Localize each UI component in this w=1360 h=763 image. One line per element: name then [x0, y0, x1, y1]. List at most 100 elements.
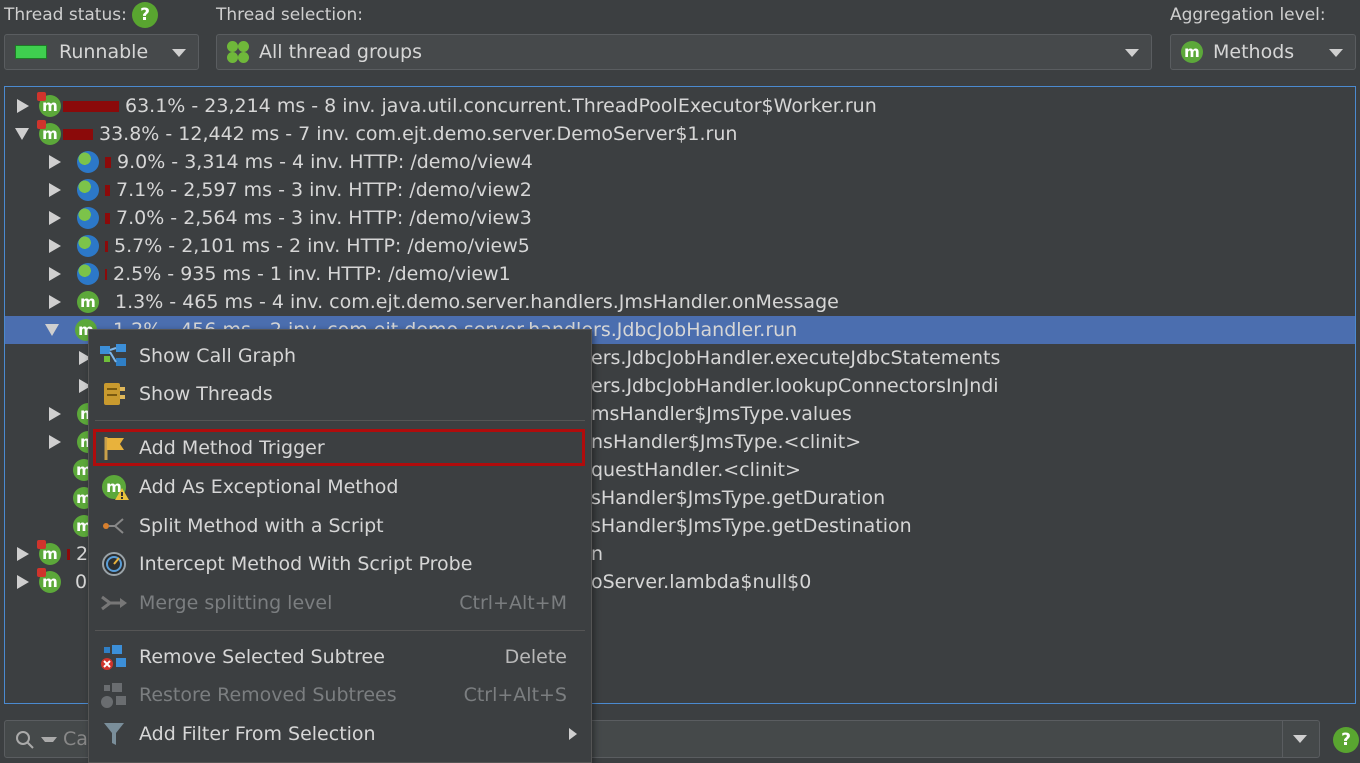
aggregation-level-label: Aggregation level:	[1170, 5, 1326, 25]
percentage-bar	[63, 100, 119, 112]
merge-icon	[99, 588, 129, 618]
tree-row[interactable]: 9.0% - 3,314 ms - 4 inv. HTTP: /demo/vie…	[5, 148, 1355, 176]
search-history-dropdown[interactable]	[1282, 721, 1319, 757]
menu-item-remove-selected-subtree[interactable]: Remove Selected Subtree Delete	[89, 639, 591, 675]
tree-row-label: questHandler.<clinit>	[591, 459, 801, 481]
highlight-box	[93, 429, 585, 466]
menu-item-add-filter-from-selection[interactable]: Add Filter From Selection	[89, 716, 591, 752]
tree-row-label: 9.0% - 3,314 ms - 4 inv. HTTP: /demo/vie…	[117, 151, 533, 173]
tree-row-label: ers.JdbcJobHandler.lookupConnectorsInJnd…	[591, 375, 999, 397]
globe-icon	[77, 263, 99, 285]
globe-icon	[77, 207, 99, 229]
filter-icon	[99, 719, 129, 749]
tree-row-label: 63.1% - 23,214 ms - 8 inv. java.util.con…	[125, 95, 877, 117]
menu-item-show-threads[interactable]: Show Threads	[89, 376, 591, 412]
menu-item-split-method-with-script[interactable]: Split Method with a Script	[89, 508, 591, 544]
thread-selection-value: All thread groups	[259, 41, 422, 63]
menu-item-restore-removed-subtrees[interactable]: Restore Removed Subtrees Ctrl+Alt+S	[89, 677, 591, 713]
call-graph-icon	[99, 341, 129, 371]
percentage-bar	[105, 240, 108, 252]
percentage-bar	[105, 184, 110, 196]
search-icon	[15, 730, 34, 749]
tree-row[interactable]: 7.1% - 2,597 ms - 3 inv. HTTP: /demo/vie…	[5, 176, 1355, 204]
thread-status-value: Runnable	[59, 41, 149, 63]
thread-selection-dropdown[interactable]: All thread groups	[216, 34, 1152, 70]
expand-icon[interactable]	[49, 211, 61, 225]
percentage-bar	[67, 548, 70, 560]
menu-item-label: Add As Exceptional Method	[139, 476, 399, 498]
tree-row-label: 5.7% - 2,101 ms - 2 inv. HTTP: /demo/vie…	[114, 235, 530, 257]
aggregation-level-value: Methods	[1213, 41, 1295, 63]
expand-icon[interactable]	[17, 99, 29, 113]
menu-item-label: Show Threads	[139, 383, 273, 405]
tree-row-label: 2.5% - 935 ms - 1 inv. HTTP: /demo/view1	[113, 263, 511, 285]
percentage-bar	[105, 156, 111, 168]
expand-icon[interactable]	[49, 435, 61, 449]
menu-item-shortcut: Delete	[504, 646, 567, 668]
runnable-status-icon	[15, 45, 47, 59]
menu-item-label: Merge splitting level	[139, 592, 333, 614]
method-icon: m	[77, 291, 99, 313]
split-icon	[99, 511, 129, 541]
collapse-icon[interactable]	[15, 128, 29, 140]
expand-icon[interactable]	[17, 547, 29, 561]
globe-icon	[77, 235, 99, 257]
thread-status-dropdown[interactable]: Runnable	[4, 34, 199, 70]
menu-item-shortcut: Ctrl+Alt+M	[459, 592, 567, 614]
percentage-bar	[63, 128, 93, 140]
expand-icon[interactable]	[17, 575, 29, 589]
menu-item-intercept-method-with-script-probe[interactable]: Intercept Method With Script Probe	[89, 546, 591, 582]
menu-item-merge-splitting-level[interactable]: Merge splitting level Ctrl+Alt+M	[89, 585, 591, 621]
tree-row-label: oServer.lambda$null$0	[591, 571, 812, 593]
percentage-bar	[105, 268, 107, 280]
menu-item-add-as-exceptional-method[interactable]: m Add As Exceptional Method	[89, 469, 591, 505]
tree-row[interactable]: m 63.1% - 23,214 ms - 8 inv. java.util.c…	[5, 92, 1355, 120]
expand-icon[interactable]	[49, 183, 61, 197]
probe-icon	[99, 549, 129, 579]
thread-selection-label: Thread selection:	[216, 5, 363, 25]
chevron-down-icon	[1293, 735, 1307, 743]
menu-item-show-call-graph[interactable]: Show Call Graph	[89, 338, 591, 374]
tree-row-label: ers.JdbcJobHandler.executeJdbcStatements	[591, 347, 1001, 369]
menu-item-label: Remove Selected Subtree	[139, 646, 385, 668]
tree-row[interactable]: 2.5% - 935 ms - 1 inv. HTTP: /demo/view1	[5, 260, 1355, 288]
expand-icon[interactable]	[49, 267, 61, 281]
aggregation-level-dropdown[interactable]: m Methods	[1170, 34, 1356, 70]
collapse-icon[interactable]	[45, 324, 59, 336]
search-help-button[interactable]: ?	[1333, 727, 1359, 753]
help-icon: ?	[132, 2, 158, 28]
tree-row-label: n	[591, 543, 604, 565]
globe-icon	[77, 179, 99, 201]
context-menu: Show Call Graph Show Threads Add Method …	[88, 329, 592, 763]
globe-icon	[77, 151, 99, 173]
tree-row-label: 1.3% - 465 ms - 4 inv. com.ejt.demo.serv…	[115, 291, 839, 313]
tree-row[interactable]: 5.7% - 2,101 ms - 2 inv. HTTP: /demo/vie…	[5, 232, 1355, 260]
restore-subtree-icon	[99, 680, 129, 710]
chevron-down-icon	[1329, 49, 1343, 57]
tree-row-label: msHandler$JmsType.values	[591, 403, 852, 425]
tree-row[interactable]: m 1.3% - 465 ms - 4 inv. com.ejt.demo.se…	[5, 288, 1355, 316]
menu-separator	[95, 630, 585, 631]
menu-item-label: Intercept Method With Script Probe	[139, 553, 473, 575]
menu-item-label: Split Method with a Script	[139, 515, 384, 537]
tree-row[interactable]: 7.0% - 2,564 ms - 3 inv. HTTP: /demo/vie…	[5, 204, 1355, 232]
exceptional-method-icon: m	[99, 472, 129, 502]
menu-item-label: Restore Removed Subtrees	[139, 684, 397, 706]
threads-icon	[99, 379, 129, 409]
chevron-down-icon[interactable]	[41, 736, 57, 742]
thread-groups-icon	[227, 41, 249, 63]
method-icon: m	[1181, 41, 1203, 63]
submenu-arrow-icon	[569, 728, 577, 740]
thread-status-help-button[interactable]: ?	[132, 2, 158, 28]
menu-separator	[95, 420, 585, 421]
tree-row[interactable]: m 33.8% - 12,442 ms - 7 inv. com.ejt.dem…	[5, 120, 1355, 148]
tree-row-label: nsHandler$JmsType.<clinit>	[591, 431, 862, 453]
expand-icon[interactable]	[49, 155, 61, 169]
method-icon: m	[37, 568, 61, 593]
method-icon: m	[37, 540, 61, 565]
remove-subtree-icon	[99, 642, 129, 672]
expand-icon[interactable]	[49, 295, 61, 309]
expand-icon[interactable]	[49, 407, 61, 421]
expand-icon[interactable]	[49, 239, 61, 253]
menu-item-label: Show Call Graph	[139, 345, 297, 367]
